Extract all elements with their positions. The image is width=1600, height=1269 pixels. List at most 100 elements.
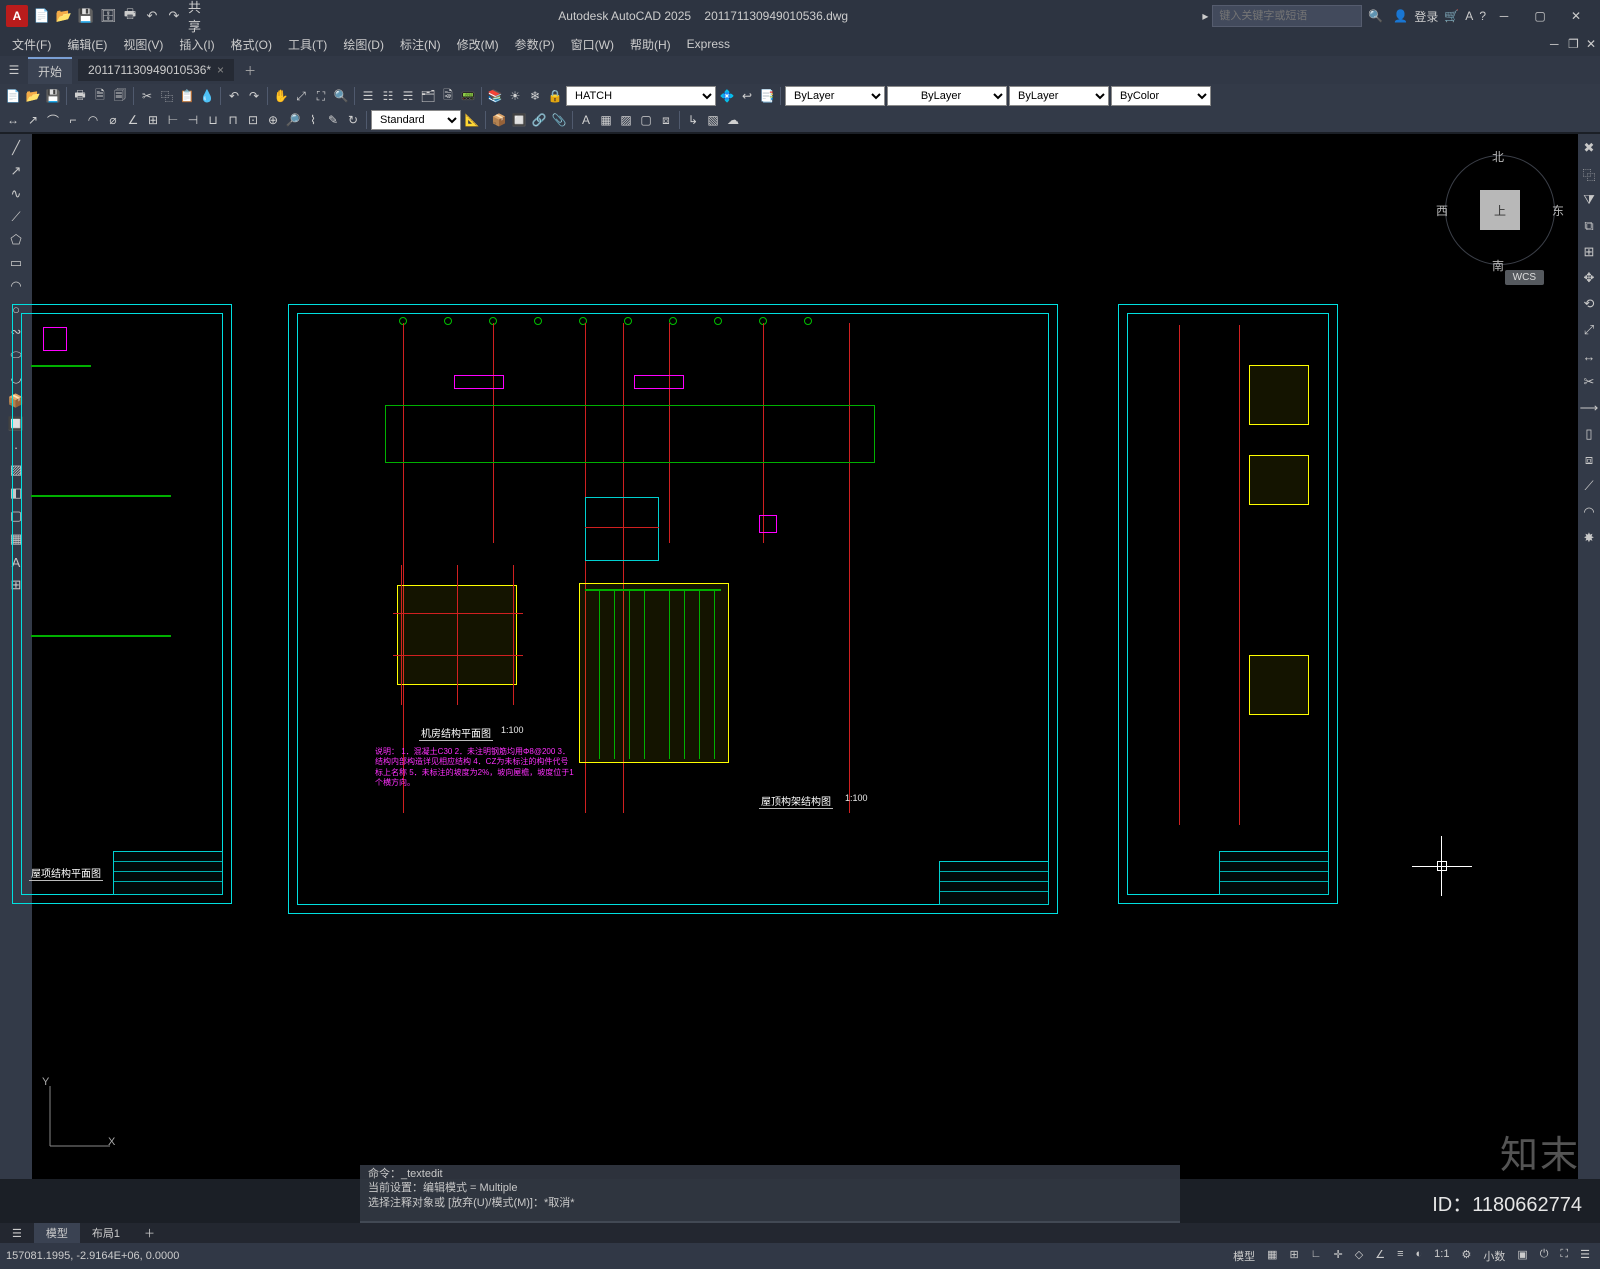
cut-icon[interactable]: ✂ (138, 87, 156, 105)
insert-icon[interactable]: 📦 (490, 111, 508, 129)
dim-continue-icon[interactable]: ⊣ (184, 111, 202, 129)
otrack-toggle-icon[interactable]: ∠ (1371, 1248, 1389, 1264)
print-icon[interactable]: 🖶 (71, 87, 89, 105)
zoom-icon[interactable]: 🔍 (332, 87, 350, 105)
group-icon[interactable]: ⧈ (657, 111, 675, 129)
viewcube[interactable]: 上 北 南 西 东 (1440, 150, 1560, 270)
hatch-dropdown[interactable]: HATCH (566, 86, 716, 106)
login-button[interactable]: 登录 (1414, 8, 1438, 25)
explode-icon[interactable]: ✸ (1579, 528, 1599, 548)
doc-restore-icon[interactable]: ❐ (1560, 35, 1578, 53)
centermark-icon[interactable]: ⊕ (264, 111, 282, 129)
search-icon[interactable]: 🔍 (1368, 9, 1383, 23)
menu-format[interactable]: 格式(O) (223, 34, 280, 55)
lock-icon[interactable]: 🔒 (546, 87, 564, 105)
osnap-toggle-icon[interactable]: ◇ (1351, 1248, 1367, 1264)
cart-icon[interactable]: 🛒 (1444, 9, 1459, 23)
undo-icon[interactable]: ↶ (225, 87, 243, 105)
window-maximize-icon[interactable]: ▢ (1522, 4, 1558, 28)
pline-icon[interactable]: ∿ (6, 184, 26, 204)
sheetset-icon[interactable]: 🗂 (419, 87, 437, 105)
break-icon[interactable]: ▯ (1579, 424, 1599, 444)
qat-saveas-icon[interactable]: 🗄 (100, 8, 116, 24)
hamburger-icon[interactable]: ☰ (0, 63, 28, 77)
qat-undo-icon[interactable]: ↶ (144, 8, 160, 24)
new-icon[interactable]: 📄 (4, 87, 22, 105)
line-icon[interactable]: ╱ (6, 138, 26, 158)
menu-help[interactable]: 帮助(H) (622, 34, 679, 55)
transparency-toggle-icon[interactable]: ◐ (1411, 1248, 1426, 1264)
dim-radius-icon[interactable]: ◠ (84, 111, 102, 129)
dim-space-icon[interactable]: ⊔ (204, 111, 222, 129)
apps-icon[interactable]: A (1465, 9, 1473, 23)
dim-linear-icon[interactable]: ↔ (4, 111, 22, 129)
tab-add-icon[interactable]: ＋ (234, 58, 266, 83)
join-icon[interactable]: ⧈ (1579, 450, 1599, 470)
dimupdate-icon[interactable]: ↻ (344, 111, 362, 129)
tab-close-icon[interactable]: × (217, 63, 224, 77)
tab-model[interactable]: 模型 (34, 1223, 80, 1243)
mtext-icon[interactable]: A (577, 111, 595, 129)
menu-insert[interactable]: 插入(I) (171, 34, 222, 55)
match-icon[interactable]: 💧 (198, 87, 216, 105)
snap-toggle-icon[interactable]: ⊞ (1286, 1248, 1303, 1264)
stretch-icon[interactable]: ↔ (1579, 346, 1599, 366)
model-button[interactable]: 模型 (1229, 1248, 1259, 1264)
menu-window[interactable]: 窗口(W) (563, 34, 622, 55)
arc-icon[interactable]: ◠ (6, 276, 26, 296)
block-icon[interactable]: 🔲 (510, 111, 528, 129)
lwt-toggle-icon[interactable]: ≡ (1393, 1248, 1407, 1264)
field-icon[interactable]: 📎 (550, 111, 568, 129)
tab-start[interactable]: 开始 (28, 57, 72, 84)
pan-icon[interactable]: ✋ (272, 87, 290, 105)
array-icon[interactable]: ⊞ (1579, 242, 1599, 262)
freeze-icon[interactable]: ❄ (526, 87, 544, 105)
tolerance-icon[interactable]: ⊡ (244, 111, 262, 129)
layer-state-icon[interactable]: 📑 (758, 87, 776, 105)
lineweight-dropdown[interactable]: ByLayer (1009, 86, 1109, 106)
tab-document[interactable]: 201171130949010536*× (78, 59, 234, 81)
designcenter-icon[interactable]: ☷ (379, 87, 397, 105)
textstyle-dropdown[interactable]: Standard (371, 110, 461, 130)
layer-match-icon[interactable]: 💠 (718, 87, 736, 105)
dim-angle-icon[interactable]: ∠ (124, 111, 142, 129)
copy-obj-icon[interactable]: ⿻ (1579, 164, 1599, 184)
menu-express[interactable]: Express (679, 35, 738, 53)
mirror-icon[interactable]: ⧩ (1579, 190, 1599, 210)
anno-scale[interactable]: 1:1 (1430, 1248, 1453, 1264)
dim-arc-icon[interactable]: ⌒ (44, 111, 62, 129)
plotstyle-dropdown[interactable]: ByColor (1111, 86, 1211, 106)
open-icon[interactable]: 📂 (24, 87, 42, 105)
redo-icon[interactable]: ↷ (245, 87, 263, 105)
layout-hamburger-icon[interactable]: ☰ (0, 1225, 34, 1242)
chamfer-icon[interactable]: ⟋ (1579, 476, 1599, 496)
table-icon[interactable]: ▦ (597, 111, 615, 129)
dim-quick-icon[interactable]: ⊞ (144, 111, 162, 129)
share-arrow-icon[interactable]: ▸ (1202, 9, 1208, 23)
clean-screen-icon[interactable]: ⛶ (1556, 1248, 1572, 1264)
menu-param[interactable]: 参数(P) (507, 34, 563, 55)
menu-view[interactable]: 视图(V) (115, 34, 171, 55)
viewcube-top[interactable]: 上 (1480, 190, 1520, 230)
rect-icon[interactable]: ▭ (6, 253, 26, 273)
help-icon[interactable]: ? (1479, 9, 1486, 23)
app-logo[interactable]: A (6, 5, 28, 27)
dim-break-icon[interactable]: ⊓ (224, 111, 242, 129)
search-input[interactable] (1212, 5, 1362, 27)
dim-diameter-icon[interactable]: ⌀ (104, 111, 122, 129)
window-close-icon[interactable]: ✕ (1558, 4, 1594, 28)
menu-file[interactable]: 文件(F) (4, 34, 59, 55)
polar-toggle-icon[interactable]: ✛ (1330, 1248, 1347, 1264)
fillet-icon[interactable]: ◠ (1579, 502, 1599, 522)
polyline-icon[interactable]: ⟋ (6, 207, 26, 227)
menu-edit[interactable]: 编辑(E) (59, 34, 115, 55)
model-space[interactable]: 屋项结构平面图 1:100 机房结构平面图 (32, 134, 1578, 1179)
inspect-icon[interactable]: 🔎 (284, 111, 302, 129)
dim-aligned-icon[interactable]: ↗ (24, 111, 42, 129)
qat-new-icon[interactable]: 📄 (34, 8, 50, 24)
isolate-icon[interactable]: ▣ (1513, 1248, 1531, 1264)
move-icon[interactable]: ✥ (1579, 268, 1599, 288)
layer-prev-icon[interactable]: ↩ (738, 87, 756, 105)
share-button[interactable]: 共享 (188, 8, 204, 24)
erase-icon[interactable]: ✖ (1579, 138, 1599, 158)
